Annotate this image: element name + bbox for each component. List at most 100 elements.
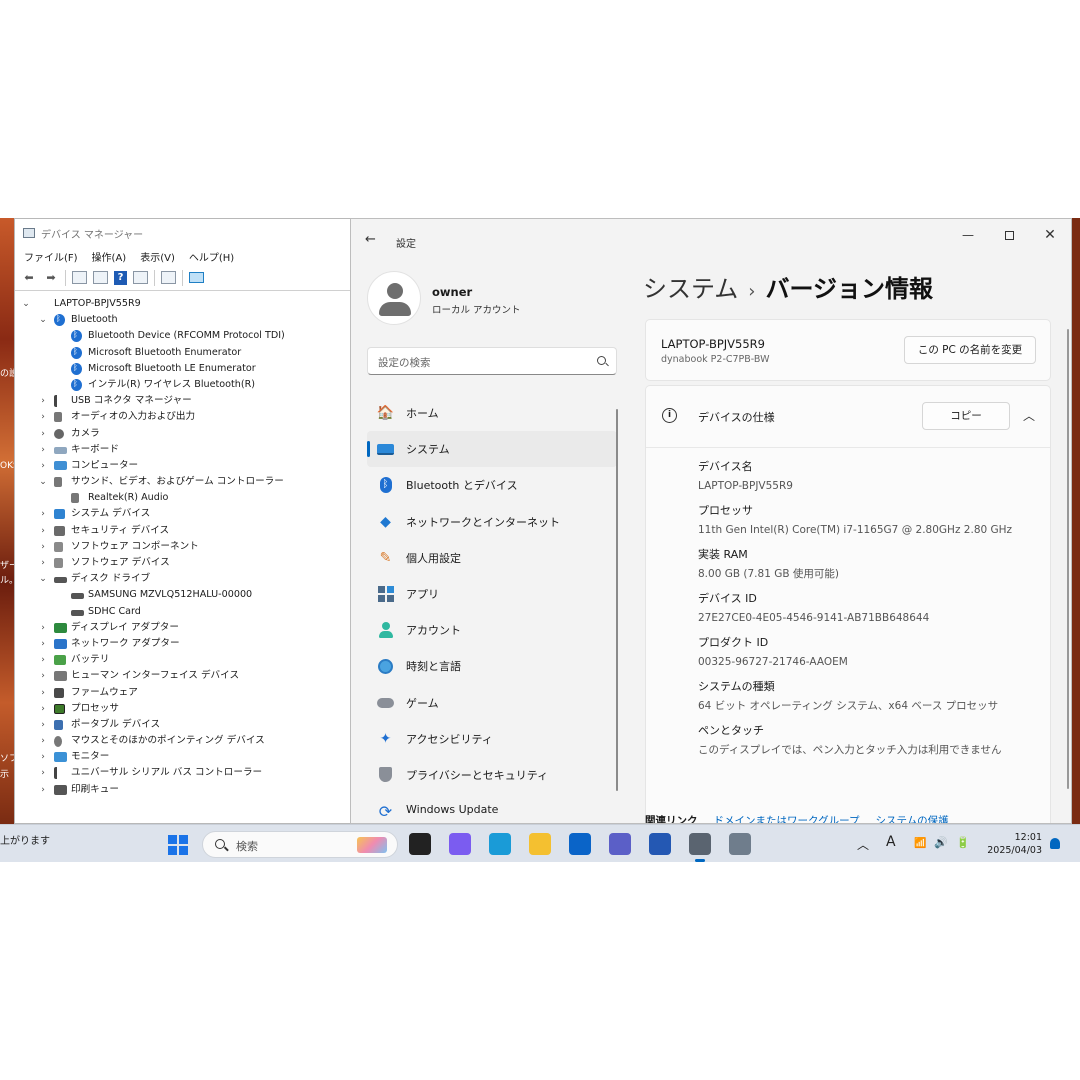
nav-item-accounts[interactable]: アカウント bbox=[367, 612, 617, 648]
update-driver-icon[interactable] bbox=[161, 271, 176, 284]
chevron-right-icon[interactable]: › bbox=[38, 652, 48, 668]
start-button[interactable] bbox=[168, 835, 188, 855]
chevron-right-icon[interactable]: › bbox=[38, 701, 48, 717]
nav-item-network[interactable]: ◆ ネットワークとインターネット bbox=[367, 504, 617, 540]
view-list-icon[interactable] bbox=[93, 271, 108, 284]
close-button[interactable]: ✕ bbox=[1035, 225, 1065, 245]
back-arrow-icon[interactable]: ⬅ bbox=[21, 270, 37, 286]
chevron-up-icon[interactable]: ︿ bbox=[857, 836, 869, 853]
nav-item-windows-update[interactable]: ⟳ Windows Update bbox=[367, 793, 617, 823]
nav-item-bluetooth[interactable]: ᛒ Bluetooth とデバイス bbox=[367, 467, 617, 503]
task-view-icon[interactable] bbox=[409, 833, 431, 855]
edge-icon[interactable] bbox=[489, 833, 511, 855]
help-icon[interactable]: ? bbox=[114, 270, 127, 285]
breadcrumb-parent[interactable]: システム bbox=[643, 275, 738, 303]
device-manager-icon[interactable] bbox=[729, 833, 751, 855]
device-tree-item[interactable]: › セキュリティ デバイス bbox=[15, 523, 351, 539]
device-tree-item[interactable]: › ファームウェア bbox=[15, 685, 351, 701]
device-tree-item[interactable]: › ポータブル デバイス bbox=[15, 717, 351, 733]
device-tree-item[interactable]: › プロセッサ bbox=[15, 701, 351, 717]
chevron-right-icon[interactable]: › bbox=[38, 765, 48, 781]
nav-item-accessibility[interactable]: ✦ アクセシビリティ bbox=[367, 721, 617, 757]
minimize-button[interactable]: — bbox=[953, 225, 983, 245]
device-tree-item[interactable]: › システム デバイス bbox=[15, 506, 351, 522]
chevron-right-icon[interactable]: › bbox=[38, 749, 48, 765]
device-tree-item[interactable]: ⌄ LAPTOP-BPJV55R9 bbox=[15, 296, 351, 312]
nav-item-home[interactable]: 🏠 ホーム bbox=[367, 395, 617, 431]
device-tree-item[interactable]: › キーボード bbox=[15, 442, 351, 458]
chevron-right-icon[interactable]: › bbox=[38, 426, 48, 442]
notification-bell-icon[interactable] bbox=[1050, 838, 1060, 849]
chevron-right-icon[interactable]: › bbox=[38, 393, 48, 409]
settings-titlebar[interactable]: ← 設定 — ✕ bbox=[351, 219, 1071, 263]
volume-icon[interactable]: 🔊 bbox=[934, 836, 948, 849]
chevron-right-icon[interactable]: › bbox=[38, 782, 48, 798]
chevron-right-icon[interactable]: › bbox=[38, 442, 48, 458]
chevron-right-icon[interactable]: › bbox=[38, 523, 48, 539]
rename-pc-button[interactable]: この PC の名前を変更 bbox=[904, 336, 1036, 364]
chevron-right-icon[interactable]: › bbox=[38, 636, 48, 652]
device-tree-item[interactable]: › ネットワーク アダプター bbox=[15, 636, 351, 652]
content-scrollbar[interactable] bbox=[1067, 329, 1069, 789]
store-icon[interactable] bbox=[649, 833, 671, 855]
device-tree-item[interactable]: › ソフトウェア デバイス bbox=[15, 555, 351, 571]
device-tree-item[interactable]: › モニター bbox=[15, 749, 351, 765]
device-tree-item[interactable]: › オーディオの入力および出力 bbox=[15, 409, 351, 425]
nav-item-personalization[interactable]: ✎ 個人用設定 bbox=[367, 540, 617, 576]
nav-item-gaming[interactable]: ゲーム bbox=[367, 685, 617, 721]
device-tree-item[interactable]: › コンピューター bbox=[15, 458, 351, 474]
device-tree-item[interactable]: SAMSUNG MZVLQ512HALU-00000 bbox=[15, 587, 351, 603]
device-tree-item[interactable]: › ヒューマン インターフェイス デバイス bbox=[15, 668, 351, 684]
copy-button[interactable]: コピー bbox=[922, 402, 1010, 430]
nav-scrollbar[interactable] bbox=[616, 409, 618, 791]
device-tree-item[interactable]: SDHC Card bbox=[15, 604, 351, 620]
copilot-icon[interactable] bbox=[449, 833, 471, 855]
chevron-down-icon[interactable]: ⌄ bbox=[38, 571, 48, 587]
device-tree-item[interactable]: Realtek(R) Audio bbox=[15, 490, 351, 506]
domain-workgroup-link[interactable]: ドメインまたはワークグループ bbox=[714, 815, 860, 823]
device-tree-item[interactable]: Bluetooth Device (RFCOMM Protocol TDI) bbox=[15, 327, 351, 344]
battery-icon[interactable]: 🔋 bbox=[956, 836, 970, 849]
chevron-right-icon[interactable]: › bbox=[38, 506, 48, 522]
back-arrow-icon[interactable]: ← bbox=[365, 232, 376, 247]
device-tree-item[interactable]: ⌄ ディスク ドライブ bbox=[15, 571, 351, 587]
ime-indicator[interactable]: A bbox=[886, 834, 896, 850]
file-explorer-icon[interactable] bbox=[529, 833, 551, 855]
device-tree-item[interactable]: Microsoft Bluetooth LE Enumerator bbox=[15, 360, 351, 377]
device-tree-item[interactable]: ⌄ サウンド、ビデオ、およびゲーム コントローラー bbox=[15, 474, 351, 490]
system-protection-link[interactable]: システムの保護 bbox=[875, 815, 948, 823]
chevron-right-icon[interactable]: › bbox=[38, 668, 48, 684]
driver-icon[interactable] bbox=[133, 271, 148, 284]
teams-icon[interactable] bbox=[609, 833, 631, 855]
device-specs-header[interactable]: i デバイスの仕様 コピー ︿ bbox=[646, 386, 1050, 448]
device-tree-item[interactable]: › カメラ bbox=[15, 426, 351, 442]
device-tree-item[interactable]: › 印刷キュー bbox=[15, 782, 351, 798]
nav-item-system[interactable]: システム bbox=[367, 431, 617, 468]
device-tree-item[interactable]: Microsoft Bluetooth Enumerator bbox=[15, 344, 351, 361]
chevron-right-icon[interactable]: › bbox=[38, 539, 48, 555]
outlook-icon[interactable] bbox=[569, 833, 591, 855]
device-tree-item[interactable]: › USB コネクタ マネージャー bbox=[15, 393, 351, 409]
chevron-down-icon[interactable]: ⌄ bbox=[38, 312, 48, 328]
device-tree-item[interactable]: ⌄ Bluetooth bbox=[15, 311, 351, 328]
menu-view[interactable]: 表示(V) bbox=[140, 249, 175, 264]
avatar[interactable] bbox=[367, 271, 421, 325]
menu-help[interactable]: ヘルプ(H) bbox=[189, 249, 234, 264]
device-manager-titlebar[interactable]: デバイス マネージャー bbox=[15, 219, 351, 247]
nav-item-privacy[interactable]: プライバシーとセキュリティ bbox=[367, 757, 617, 793]
maximize-button[interactable] bbox=[994, 225, 1024, 245]
device-tree-item[interactable]: › マウスとそのほかのポインティング デバイス bbox=[15, 733, 351, 749]
chevron-right-icon[interactable]: › bbox=[38, 620, 48, 636]
chevron-right-icon[interactable]: › bbox=[38, 458, 48, 474]
taskbar-search-box[interactable]: 検索 bbox=[202, 831, 398, 858]
device-tree-item[interactable]: › バッテリ bbox=[15, 652, 351, 668]
chevron-down-icon[interactable]: ⌄ bbox=[38, 474, 48, 490]
taskbar-clock[interactable]: 12:01 2025/04/03 bbox=[986, 831, 1042, 857]
chevron-right-icon[interactable]: › bbox=[38, 685, 48, 701]
settings-icon[interactable] bbox=[689, 833, 711, 862]
wifi-icon[interactable]: 📶 bbox=[914, 838, 926, 849]
chevron-right-icon[interactable]: › bbox=[38, 555, 48, 571]
nav-item-time-language[interactable]: 時刻と言語 bbox=[367, 648, 617, 684]
chevron-right-icon[interactable]: › bbox=[38, 409, 48, 425]
forward-arrow-icon[interactable]: ➡ bbox=[43, 270, 59, 286]
